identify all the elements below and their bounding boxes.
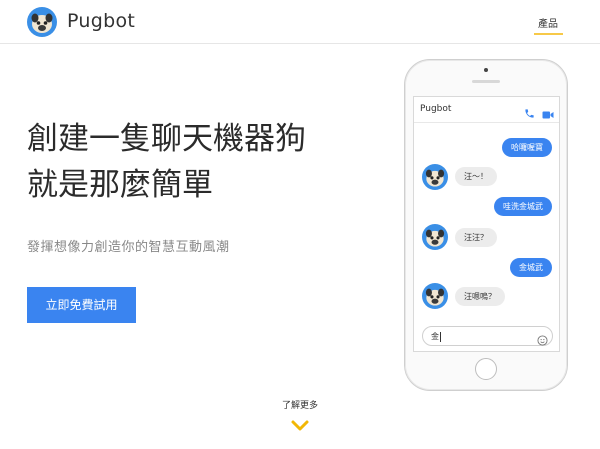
- phone-call-icon[interactable]: [524, 104, 535, 118]
- brand-name[interactable]: Pugbot: [67, 10, 135, 32]
- message-input[interactable]: 金: [422, 326, 553, 346]
- nav-item-products[interactable]: 產品: [538, 15, 558, 30]
- phone-camera: [484, 68, 488, 72]
- pug-avatar-icon: [422, 224, 448, 250]
- chat-bubble-bot: 汪汪？: [455, 228, 497, 247]
- hero-title: 創建一隻聊天機器狗 就是那麼簡單: [27, 116, 387, 208]
- phone-home-button: [475, 358, 497, 380]
- message-input-value[interactable]: 金: [431, 331, 441, 342]
- top-navbar: Pugbot 產品: [0, 0, 600, 44]
- chat-screen: Pugbot 哈囉喔寶 汪～！ 哇洗金城武 汪汪？ 金城武 汪嗯嗚？ 金: [413, 96, 560, 352]
- hero-title-line: 創建一隻聊天機器狗: [27, 121, 306, 157]
- text-caret: [440, 331, 441, 342]
- chevron-down-icon[interactable]: [290, 418, 310, 432]
- learn-more-link[interactable]: 了解更多: [275, 398, 325, 411]
- message-input-text: 金: [431, 332, 439, 341]
- chat-header: Pugbot: [414, 97, 559, 123]
- emoji-icon[interactable]: [537, 331, 548, 346]
- chat-bubble-user: 哈囉喔寶: [502, 138, 552, 157]
- phone-speaker: [472, 80, 500, 83]
- chat-title: Pugbot: [420, 104, 452, 114]
- hero-subtitle: 發揮想像力創造你的智慧互動風潮: [27, 240, 230, 255]
- chat-bubble-user: 哇洗金城武: [494, 197, 552, 216]
- chat-bubble-user: 金城武: [510, 258, 552, 277]
- pug-avatar-icon: [422, 164, 448, 190]
- hero-title-line: 就是那麼簡單: [27, 167, 213, 203]
- free-trial-button[interactable]: 立即免費試用: [27, 287, 136, 323]
- nav-active-underline: [534, 33, 563, 35]
- video-call-icon[interactable]: [542, 105, 554, 119]
- chat-bubble-bot: 汪～！: [455, 167, 497, 186]
- pug-logo-icon[interactable]: [27, 7, 57, 37]
- chat-bubble-bot: 汪嗯嗚？: [455, 287, 505, 306]
- pug-avatar-icon: [422, 283, 448, 309]
